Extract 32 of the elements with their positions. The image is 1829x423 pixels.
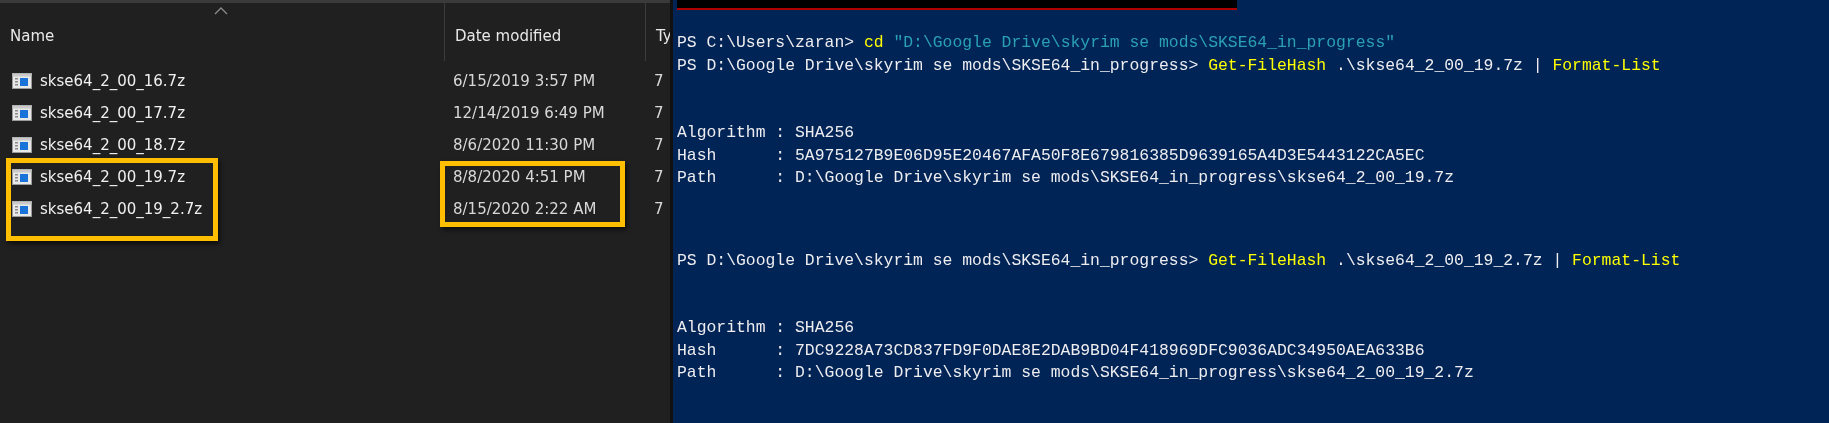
file-name[interactable]: skse64_2_00_16.7z	[40, 72, 186, 90]
column-header[interactable]: Name	[0, 23, 65, 49]
date-modified-text: 6/15/2019 3:57 PM	[453, 72, 596, 90]
archive-file-icon	[12, 137, 32, 153]
console-command-line: PS C:\Users\zaran> cd "D:\Google Drive\skyrim se mods\SKSE64_in_progress"	[677, 32, 1397, 54]
file-type-text: 7	[654, 136, 664, 154]
date-modified-text: 8/8/2020 4:51 PM	[453, 168, 586, 186]
sort-caret-icon	[214, 7, 228, 15]
file-name[interactable]: skse64_2_00_18.7z	[40, 136, 186, 154]
file-type-text: 7	[654, 200, 664, 218]
date-modified-text: 8/15/2020 2:22 AM	[453, 200, 597, 218]
file-name[interactable]: skse64_2_00_19_2.7z	[40, 200, 203, 218]
console-output-line: Algorithm : SHA256	[677, 122, 856, 144]
file-name[interactable]: skse64_2_00_19.7z	[40, 168, 186, 186]
archive-file-icon	[12, 105, 32, 121]
date-modified-text: 8/6/2020 11:30 PM	[453, 136, 596, 154]
console-command-line: PS D:\Google Drive\skyrim se mods\SKSE64_in_progress> Get-FileHash .\skse64_2_00_19_2.7z | Format-List	[677, 249, 1682, 272]
archive-file-icon	[12, 201, 32, 217]
archive-file-icon	[12, 73, 32, 89]
console-output-line: Algorithm : SHA256	[677, 317, 856, 339]
file-type-text: 7	[654, 168, 664, 186]
console-output-line: Hash : 5A975127B9E06D95E20467AFA50F8E679816385D9639165A4D3E5443122CA5EC	[677, 144, 1426, 167]
console-output-line: Path : D:\Google Drive\skyrim se mods\SKSE64_in_progress\skse64_2_00_19_2.7z	[677, 362, 1475, 384]
file-type-text: 7	[654, 104, 664, 122]
date-modified-text: 12/14/2019 6:49 PM	[453, 104, 605, 122]
archive-file-icon	[12, 169, 32, 185]
file-type-text: 7	[654, 72, 664, 90]
console-output-line: Path : D:\Google Drive\skyrim se mods\SKSE64_in_progress\skse64_2_00_19.7z	[677, 167, 1456, 189]
console-command-line: PS D:\Google Drive\skyrim se mods\SKSE64_in_progress> Get-FileHash .\skse64_2_00_19.7z | Format-List	[677, 54, 1662, 77]
column-header[interactable]: Date modified	[445, 23, 572, 49]
file-name[interactable]: skse64_2_00_17.7z	[40, 104, 186, 122]
console-output-line: Hash : 7DC9228A73CD837FD9F0DAE8E2DAB9BD04F418969DFC9036ADC34950AEA633B6	[677, 339, 1426, 362]
